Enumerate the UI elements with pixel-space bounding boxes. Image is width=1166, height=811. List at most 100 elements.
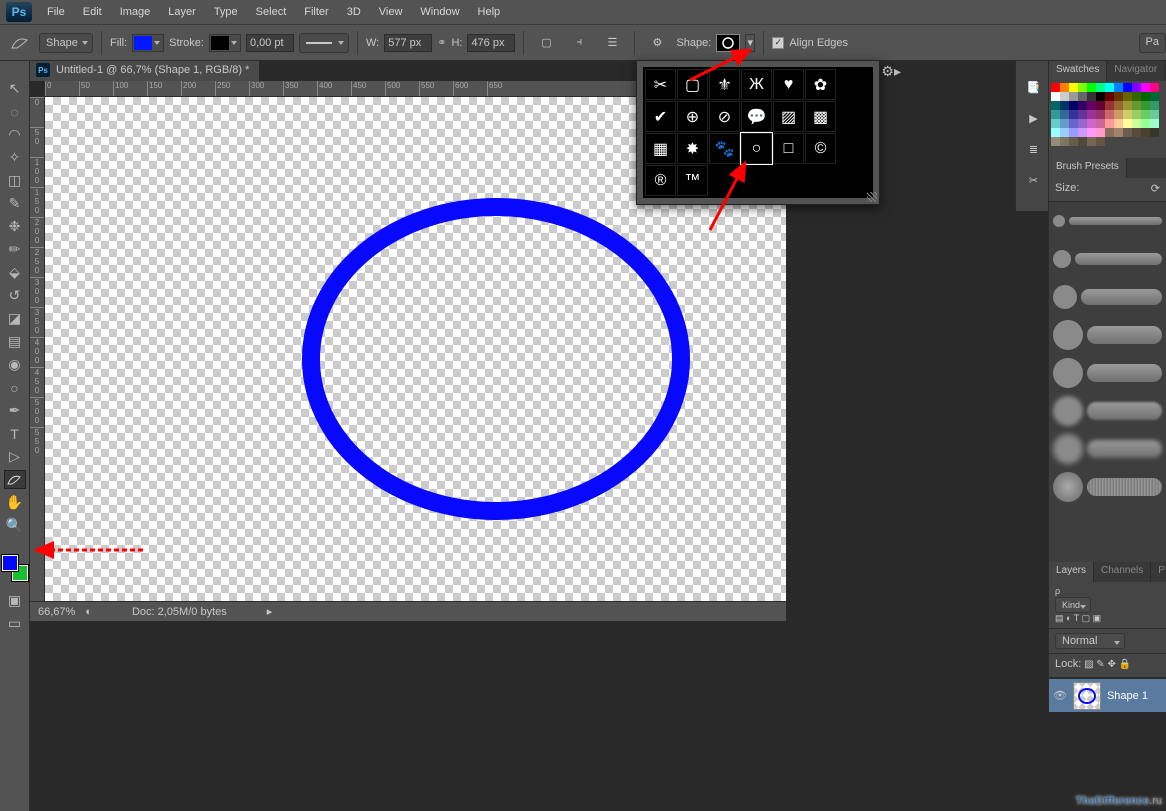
swatch[interactable] (1150, 128, 1159, 137)
shape-heart[interactable]: ♥ (773, 69, 804, 100)
hand-tool[interactable]: ✋ (4, 493, 26, 512)
brush-list[interactable] (1049, 202, 1166, 562)
stamp-tool[interactable]: ⬙ (4, 263, 26, 282)
visibility-icon[interactable]: 👁 (1053, 689, 1067, 702)
height-input[interactable] (467, 34, 515, 52)
shape-registered[interactable]: ® (645, 165, 676, 196)
layer-name[interactable]: Shape 1 (1107, 690, 1148, 702)
shape-circle-outline[interactable]: ○ (741, 133, 772, 164)
blur-tool[interactable]: ◉ (4, 355, 26, 374)
swatch[interactable] (1087, 119, 1096, 128)
blend-mode-dropdown[interactable]: Normal (1055, 633, 1125, 649)
shape-no[interactable]: ⊘ (709, 101, 740, 132)
swatch[interactable] (1141, 110, 1150, 119)
move-tool[interactable]: ↖ (4, 79, 26, 98)
quickmask-icon[interactable]: ▣ (4, 591, 26, 610)
fill-swatch[interactable] (132, 34, 164, 52)
swatch[interactable] (1132, 128, 1141, 137)
brush-tool[interactable]: ✏ (4, 240, 26, 259)
shape-diag-hatch[interactable]: ▨ (773, 101, 804, 132)
menu-file[interactable]: File (38, 0, 74, 25)
swatch[interactable] (1051, 137, 1060, 146)
swatch[interactable] (1150, 92, 1159, 101)
align-edges-checkbox[interactable]: ✓ (772, 37, 784, 49)
swatch[interactable] (1114, 101, 1123, 110)
statusbar-arrow-icon[interactable]: ▸ (267, 605, 273, 618)
swatch[interactable] (1141, 128, 1150, 137)
crop-tool[interactable]: ◫ (4, 171, 26, 190)
swatch[interactable] (1069, 83, 1078, 92)
swatch[interactable] (1078, 119, 1087, 128)
swatch[interactable] (1105, 83, 1114, 92)
swatch[interactable] (1069, 92, 1078, 101)
eraser-tool[interactable]: ◪ (4, 309, 26, 328)
lasso-tool[interactable]: ◠ (4, 125, 26, 144)
swatch[interactable] (1078, 110, 1087, 119)
shape-dropdown-arrow[interactable]: ▾ (745, 34, 755, 52)
swatch[interactable] (1132, 83, 1141, 92)
zoom-readout[interactable]: 66,67% (38, 606, 75, 618)
swatch[interactable] (1123, 110, 1132, 119)
link-icon[interactable]: ⚭ (437, 36, 446, 49)
history-brush-tool[interactable]: ↺ (4, 286, 26, 305)
swatch[interactable] (1150, 101, 1159, 110)
swatch[interactable] (1060, 128, 1069, 137)
channels-tab[interactable]: Channels (1094, 562, 1151, 582)
shape-square-outline[interactable]: ▢ (677, 69, 708, 100)
menu-select[interactable]: Select (247, 0, 296, 25)
swatch[interactable] (1105, 128, 1114, 137)
menu-edit[interactable]: Edit (74, 0, 111, 25)
swatches-grid[interactable] (1049, 81, 1166, 148)
stroke-swatch[interactable] (209, 34, 241, 52)
pen-tool[interactable]: ✒ (4, 401, 26, 420)
custom-shape-tool[interactable] (4, 470, 26, 489)
properties-panel-icon[interactable]: ≣ (1029, 143, 1038, 156)
swatch[interactable] (1060, 92, 1069, 101)
swatch[interactable] (1060, 119, 1069, 128)
swatch[interactable] (1069, 110, 1078, 119)
swatch[interactable] (1087, 110, 1096, 119)
brush-reset-icon[interactable]: ⟳ (1151, 182, 1160, 195)
swatch[interactable] (1078, 92, 1087, 101)
swatch[interactable] (1051, 128, 1060, 137)
swatches-tab[interactable]: Swatches (1049, 61, 1107, 81)
heal-tool[interactable]: ❉ (4, 217, 26, 236)
swatch[interactable] (1123, 83, 1132, 92)
menu-help[interactable]: Help (469, 0, 510, 25)
document-tab[interactable]: Ps Untitled-1 @ 66,7% (Shape 1, RGB/8) * (30, 61, 259, 81)
path-select-tool[interactable]: ▷ (4, 447, 26, 466)
path-arrange-icon[interactable]: ☰ (598, 31, 626, 55)
swatch[interactable] (1114, 128, 1123, 137)
swatch[interactable] (1060, 101, 1069, 110)
swatch[interactable] (1096, 137, 1105, 146)
swatch[interactable] (1087, 92, 1096, 101)
swatch[interactable] (1096, 92, 1105, 101)
swatch[interactable] (1051, 101, 1060, 110)
screenmode-icon[interactable]: ▭ (4, 614, 26, 633)
actions-panel-icon[interactable]: ▶ (1029, 112, 1037, 125)
shape-scissors[interactable]: ✂ (645, 69, 676, 100)
swatch[interactable] (1150, 110, 1159, 119)
swatch[interactable] (1051, 92, 1060, 101)
swatch[interactable] (1087, 83, 1096, 92)
swatch[interactable] (1105, 119, 1114, 128)
stroke-style-dropdown[interactable] (299, 33, 349, 53)
swatch[interactable] (1105, 101, 1114, 110)
shape-square-thin[interactable]: □ (773, 133, 804, 164)
swatch[interactable] (1132, 110, 1141, 119)
swatch[interactable] (1096, 128, 1105, 137)
swatch[interactable] (1141, 101, 1150, 110)
shape-crosshair[interactable]: ⊕ (677, 101, 708, 132)
doc-profile-icon[interactable]: ◐ (85, 606, 92, 618)
swatch[interactable] (1087, 137, 1096, 146)
swatch[interactable] (1123, 101, 1132, 110)
swatch[interactable] (1132, 92, 1141, 101)
swatch[interactable] (1114, 110, 1123, 119)
paths-tab[interactable]: P (1151, 562, 1166, 582)
text-tool[interactable]: T (4, 424, 26, 443)
swatch[interactable] (1141, 92, 1150, 101)
swatch[interactable] (1078, 128, 1087, 137)
picker-menu-icon[interactable]: ⚙▸ (881, 63, 901, 80)
swatch[interactable] (1150, 119, 1159, 128)
resize-grip[interactable] (867, 192, 877, 202)
